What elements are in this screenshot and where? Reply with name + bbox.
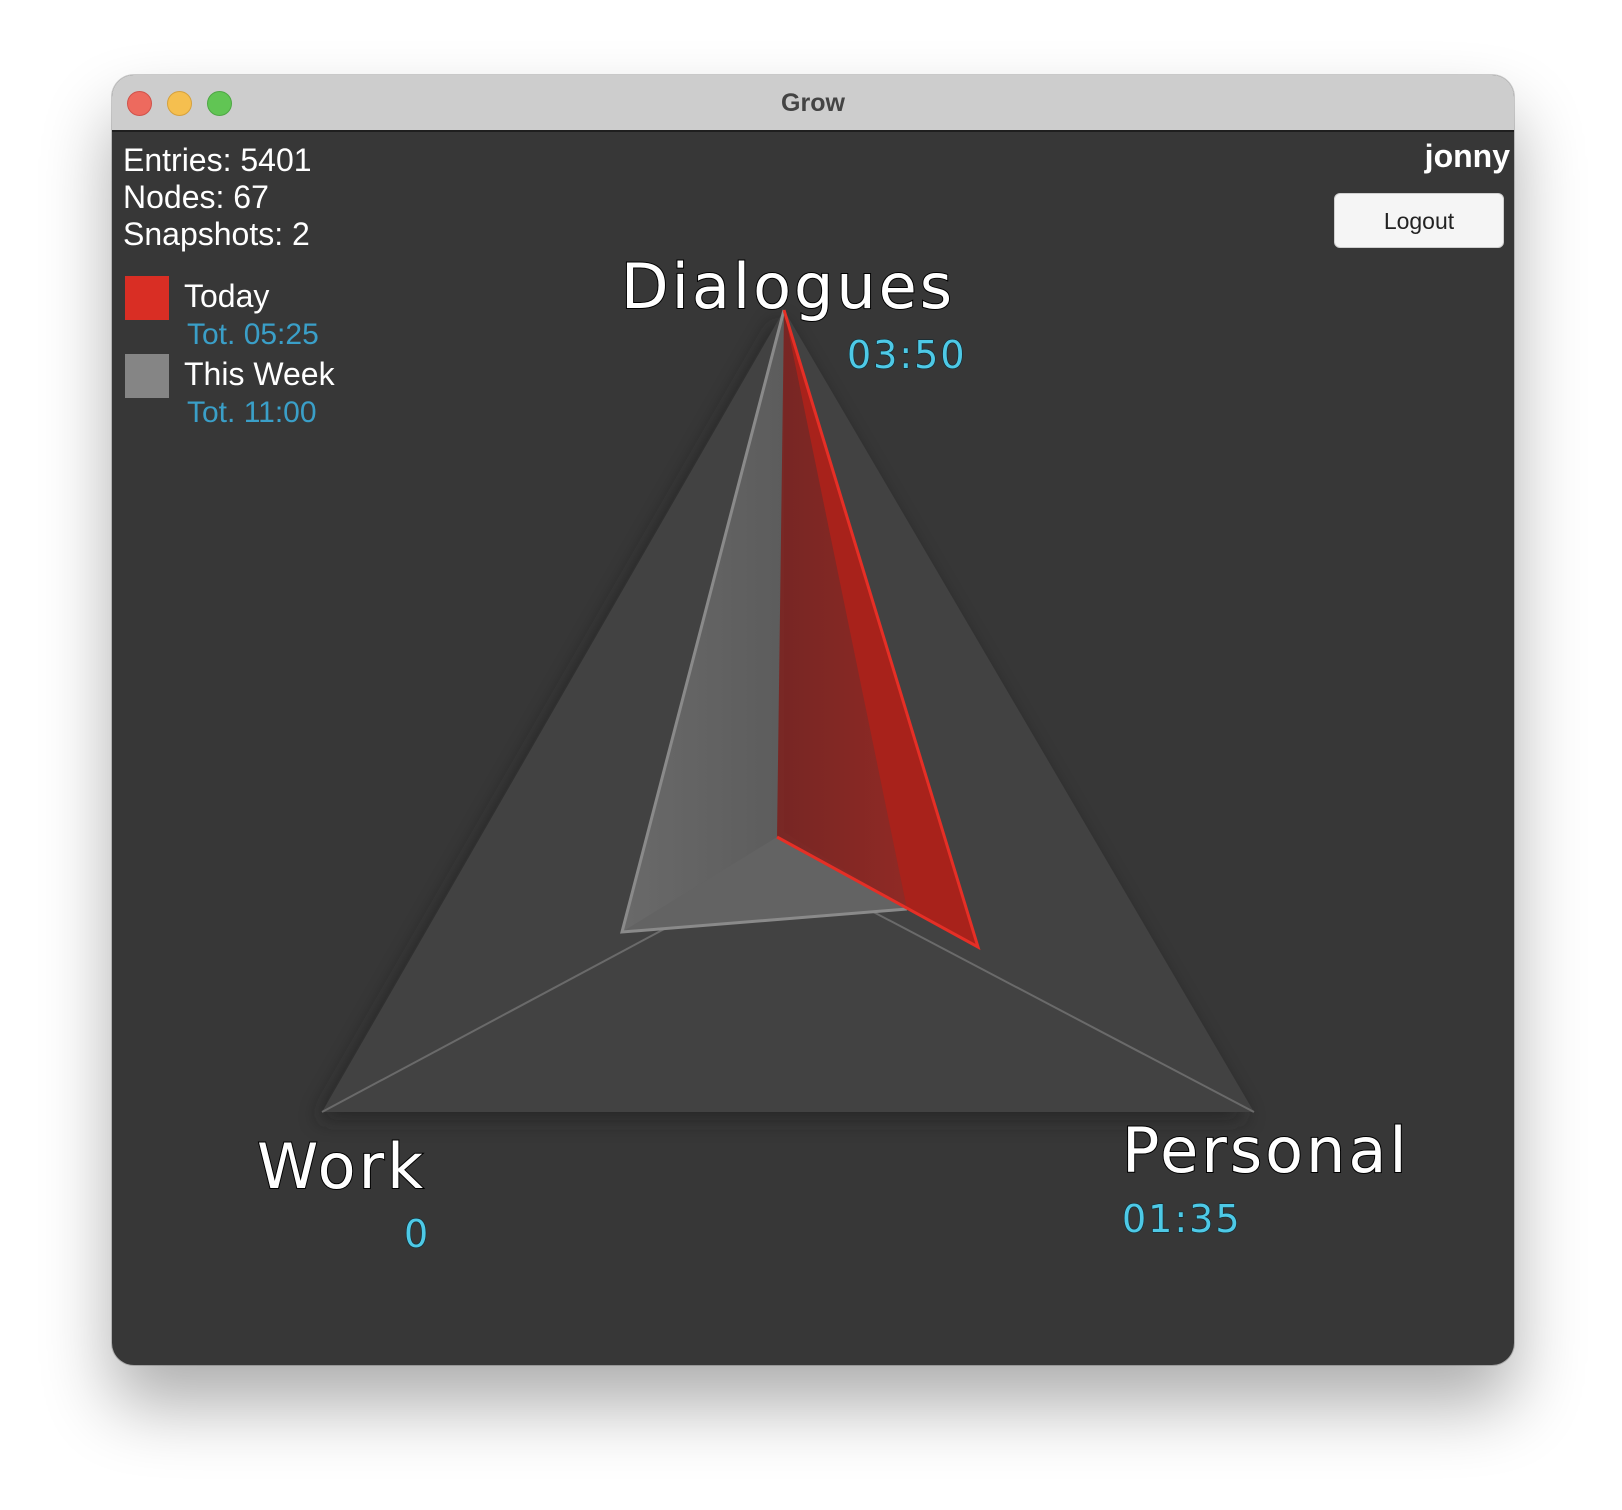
axis-label-dialogues: Dialogues (621, 250, 955, 323)
nodes-count: Nodes: 67 (123, 179, 269, 215)
legend-swatch-this-week (125, 354, 169, 398)
axis-label-personal: Personal (1122, 1114, 1410, 1187)
legend-label-today: Today (184, 278, 270, 314)
snapshots-count: Snapshots: 2 (123, 216, 310, 252)
main-content: Dialogues 03:50 Work 0 Personal 01:35 En… (112, 132, 1514, 1365)
axis-value-personal: 01:35 (1122, 1197, 1242, 1241)
username: jonny (1424, 138, 1510, 174)
legend-label-this-week: This Week (184, 356, 335, 392)
stats-panel: Entries: 5401 Nodes: 67 Snapshots: 2 (123, 142, 312, 253)
logout-button[interactable]: Logout (1334, 193, 1504, 248)
app-window: Grow Dialogues 03:50 Work 0 Personal 01:… (112, 75, 1514, 1365)
legend-total-today: Tot. 05:25 (187, 318, 319, 351)
window-title: Grow (781, 89, 845, 117)
axis-value-work: 0 (404, 1212, 430, 1256)
legend-swatch-today (125, 276, 169, 320)
entries-count: Entries: 5401 (123, 142, 312, 178)
radar-chart: Dialogues 03:50 Work 0 Personal 01:35 (256, 249, 1410, 1257)
legend-total-this-week: Tot. 11:00 (187, 396, 317, 429)
title-bar: Grow (112, 75, 1514, 132)
axis-label-work: Work (257, 1130, 426, 1203)
axis-value-dialogues: 03:50 (847, 333, 967, 377)
